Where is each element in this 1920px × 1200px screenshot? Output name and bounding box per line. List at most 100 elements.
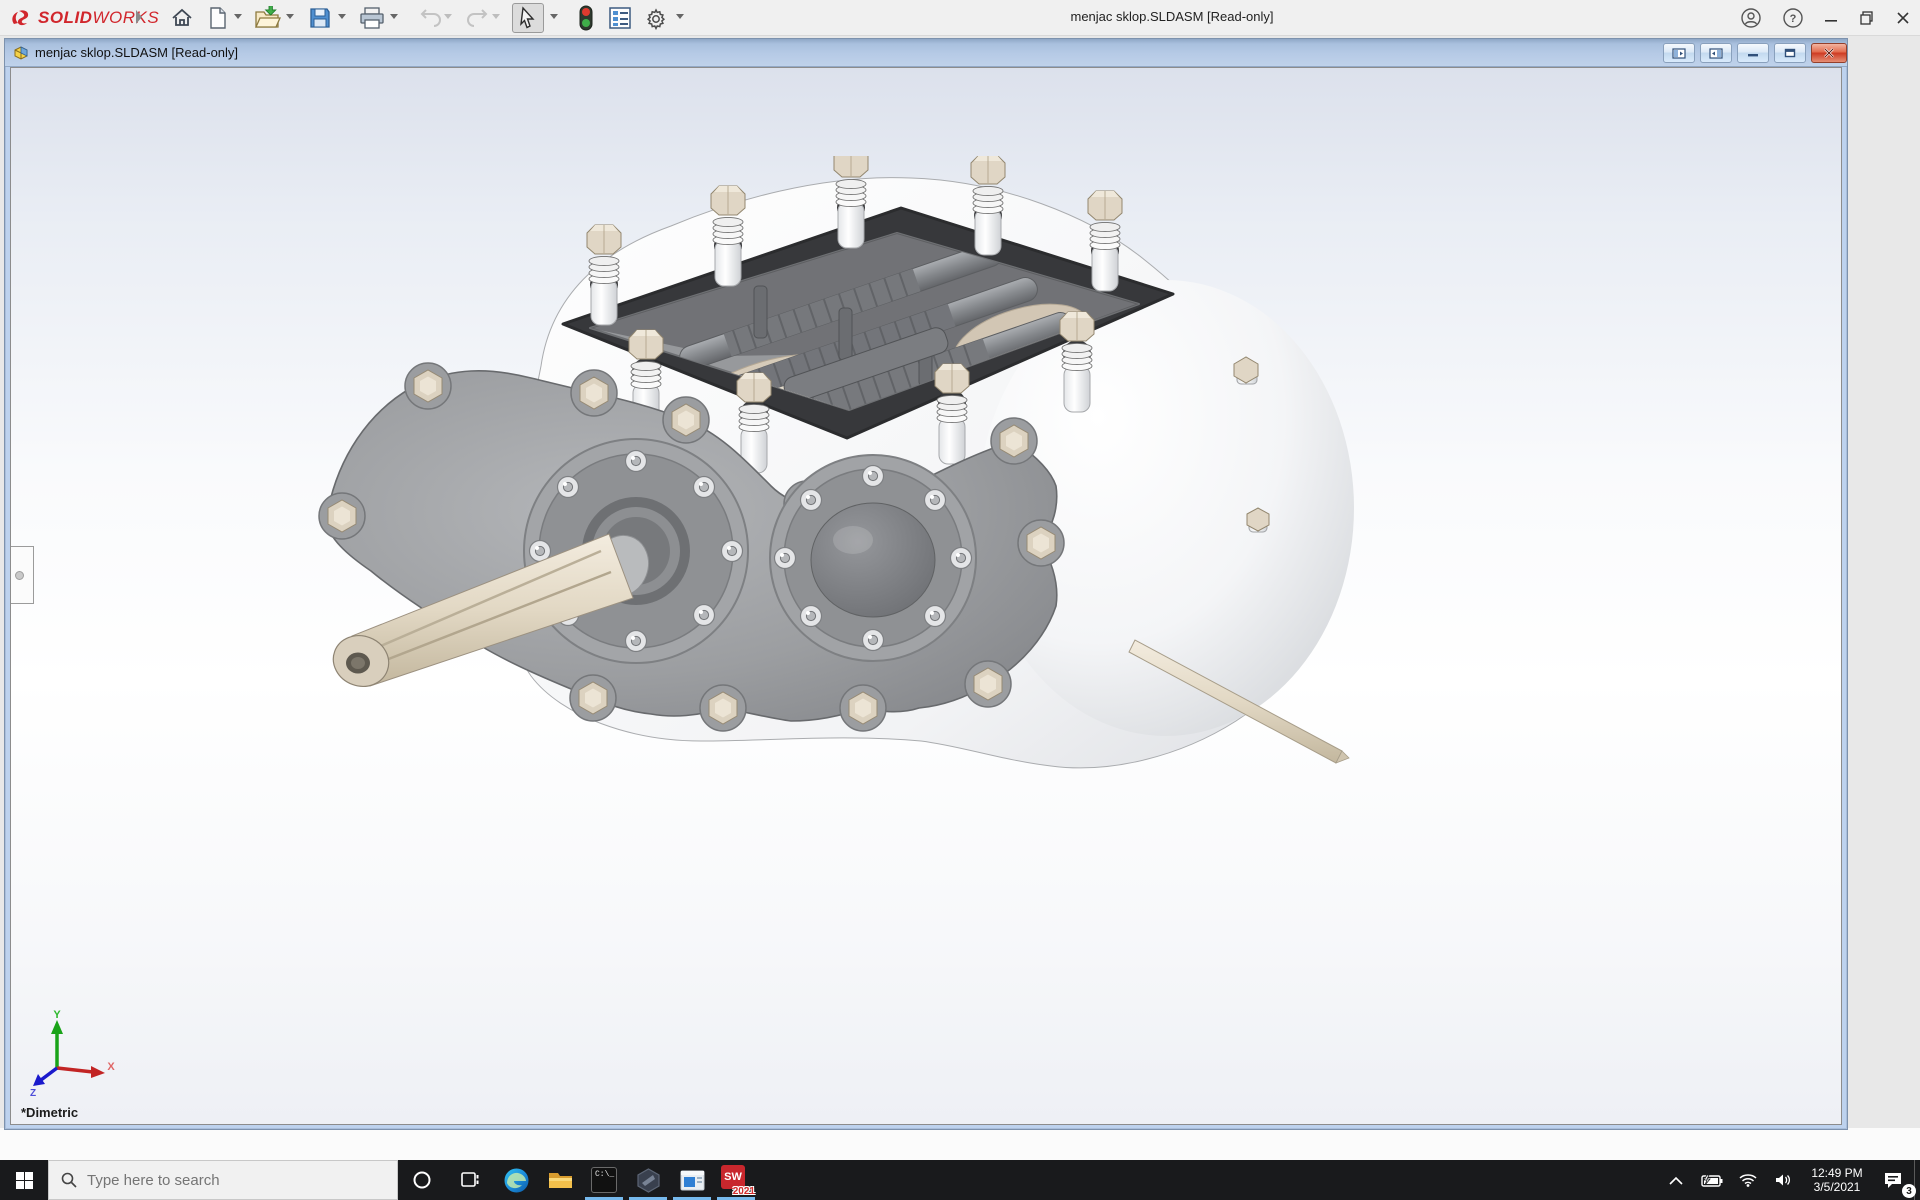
logo-text-works: WORKS xyxy=(92,8,160,27)
help-button[interactable]: ? xyxy=(1778,4,1808,32)
taskbar-app-task-view[interactable] xyxy=(446,1160,494,1200)
screen: SOLIDWORKS menjac sklop.SLDASM [Read-onl… xyxy=(0,0,1920,1200)
taskbar-app-file-explorer[interactable] xyxy=(538,1160,582,1200)
redo-icon xyxy=(467,9,488,27)
home-button[interactable] xyxy=(166,3,198,33)
wifi-icon xyxy=(1739,1174,1757,1187)
doc-minimize-icon xyxy=(1748,54,1758,57)
print-button[interactable] xyxy=(356,3,388,33)
options-dropdown[interactable] xyxy=(676,14,684,19)
options-gear-icon xyxy=(646,8,666,30)
close-button[interactable] xyxy=(1888,4,1918,32)
file-explorer-icon xyxy=(548,1172,572,1188)
minimize-button[interactable] xyxy=(1816,4,1846,32)
edrawings-icon xyxy=(636,1167,660,1193)
save-icon xyxy=(310,8,330,28)
solidworks-version-badge: 2021 xyxy=(732,1186,755,1197)
solidworks-app-icon: SW 2021 xyxy=(721,1165,755,1197)
system-tray: 12:49 PM 3/5/2021 3 xyxy=(1658,1160,1920,1200)
select-dropdown[interactable] xyxy=(550,14,558,19)
open-button[interactable] xyxy=(252,3,284,33)
z-axis-label: Z xyxy=(30,1088,36,1096)
taskbar-app-solidworks[interactable]: SW 2021 xyxy=(714,1160,758,1200)
undo-icon xyxy=(420,9,441,27)
undo-button[interactable] xyxy=(414,3,446,33)
battery-tray-icon[interactable] xyxy=(1694,1160,1730,1200)
doc-close-button[interactable] xyxy=(1811,43,1847,63)
volume-tray-icon[interactable] xyxy=(1766,1160,1802,1200)
y-axis-label: Y xyxy=(53,1010,61,1021)
cortana-icon xyxy=(413,1171,431,1189)
restore-icon xyxy=(1860,11,1873,25)
taskbar-search[interactable] xyxy=(48,1160,398,1200)
account-icon xyxy=(1741,8,1761,28)
rebuild-button[interactable] xyxy=(570,3,602,33)
y-axis-arrow xyxy=(51,1020,63,1034)
account-button[interactable] xyxy=(1736,4,1766,32)
menu-flyout-arrow[interactable] xyxy=(136,10,142,24)
command-prompt-icon: C:\_ xyxy=(591,1167,617,1193)
chevron-up-icon xyxy=(1669,1176,1683,1185)
edge-icon xyxy=(504,1168,528,1192)
featuremanager-collapsed-tab[interactable] xyxy=(11,546,34,604)
taskbar-app-window[interactable] xyxy=(670,1160,714,1200)
logo-text-solid: SOLID xyxy=(38,8,93,27)
save-button[interactable] xyxy=(304,3,336,33)
document-titlebar[interactable]: menjac sklop.SLDASM [Read-only] xyxy=(5,39,1847,67)
mdi-bottom-strip xyxy=(0,1128,1920,1160)
minimize-icon xyxy=(1825,20,1837,22)
open-dropdown[interactable] xyxy=(286,14,294,19)
file-properties-button[interactable] xyxy=(604,3,636,33)
undo-dropdown[interactable] xyxy=(444,14,452,19)
x-axis-label: X xyxy=(107,1061,115,1073)
windows-logo-icon xyxy=(15,1171,33,1189)
new-document-button[interactable] xyxy=(202,3,234,33)
orientation-triad: Y X Z xyxy=(30,1010,115,1096)
taskbar-clock[interactable]: 12:49 PM 3/5/2021 xyxy=(1802,1166,1872,1194)
taskbar-app-command-prompt[interactable]: C:\_ xyxy=(582,1160,626,1200)
clock-date: 3/5/2021 xyxy=(1813,1180,1861,1194)
select-button[interactable] xyxy=(512,3,544,33)
document-window: menjac sklop.SLDASM [Read-only] Y X Z *D… xyxy=(4,38,1848,1130)
pane-left-button[interactable] xyxy=(1663,43,1695,63)
taskbar-app-edge[interactable] xyxy=(494,1160,538,1200)
svg-text:?: ? xyxy=(1790,13,1797,25)
gearbox-assembly-model xyxy=(301,156,1354,769)
file-properties-icon xyxy=(609,7,631,29)
mdi-background: menjac sklop.SLDASM [Read-only] Y X Z *D… xyxy=(0,36,1920,1160)
battery-icon xyxy=(1701,1174,1723,1187)
redo-dropdown[interactable] xyxy=(492,14,500,19)
doc-restore-button[interactable] xyxy=(1774,43,1806,63)
splitter-dot xyxy=(15,571,24,580)
view-orientation-label: *Dimetric xyxy=(21,1105,79,1120)
redo-button[interactable] xyxy=(462,3,494,33)
graphics-viewport[interactable]: Y X Z *Dimetric xyxy=(10,67,1842,1125)
restore-button[interactable] xyxy=(1852,4,1882,32)
doc-close-icon xyxy=(1824,48,1834,58)
clock-time: 12:49 PM xyxy=(1811,1166,1863,1180)
assembly-document-icon xyxy=(14,46,28,60)
action-center-button[interactable]: 3 xyxy=(1872,1160,1916,1200)
doc-minimize-button[interactable] xyxy=(1737,43,1769,63)
document-title: menjac sklop.SLDASM [Read-only] xyxy=(35,45,239,60)
notification-count-badge: 3 xyxy=(1902,1184,1916,1198)
doc-restore-icon xyxy=(1784,48,1796,58)
speaker-icon xyxy=(1776,1174,1791,1186)
search-input[interactable] xyxy=(87,1171,367,1189)
pane-right-button[interactable] xyxy=(1700,43,1732,63)
new-document-dropdown[interactable] xyxy=(234,14,242,19)
taskbar-app-edrawings[interactable] xyxy=(626,1160,670,1200)
output-boss xyxy=(769,454,977,662)
options-button[interactable] xyxy=(640,3,672,33)
home-icon xyxy=(172,8,192,26)
start-button[interactable] xyxy=(0,1160,48,1200)
print-dropdown[interactable] xyxy=(390,14,398,19)
help-icon: ? xyxy=(1783,8,1803,28)
search-icon xyxy=(61,1172,77,1188)
app-title: menjac sklop.SLDASM [Read-only] xyxy=(1070,9,1274,24)
save-dropdown[interactable] xyxy=(338,14,346,19)
rebuild-traffic-light-icon xyxy=(579,5,593,31)
taskbar-app-cortana[interactable] xyxy=(398,1160,446,1200)
wifi-tray-icon[interactable] xyxy=(1730,1160,1766,1200)
hidden-icons-chevron[interactable] xyxy=(1658,1160,1694,1200)
